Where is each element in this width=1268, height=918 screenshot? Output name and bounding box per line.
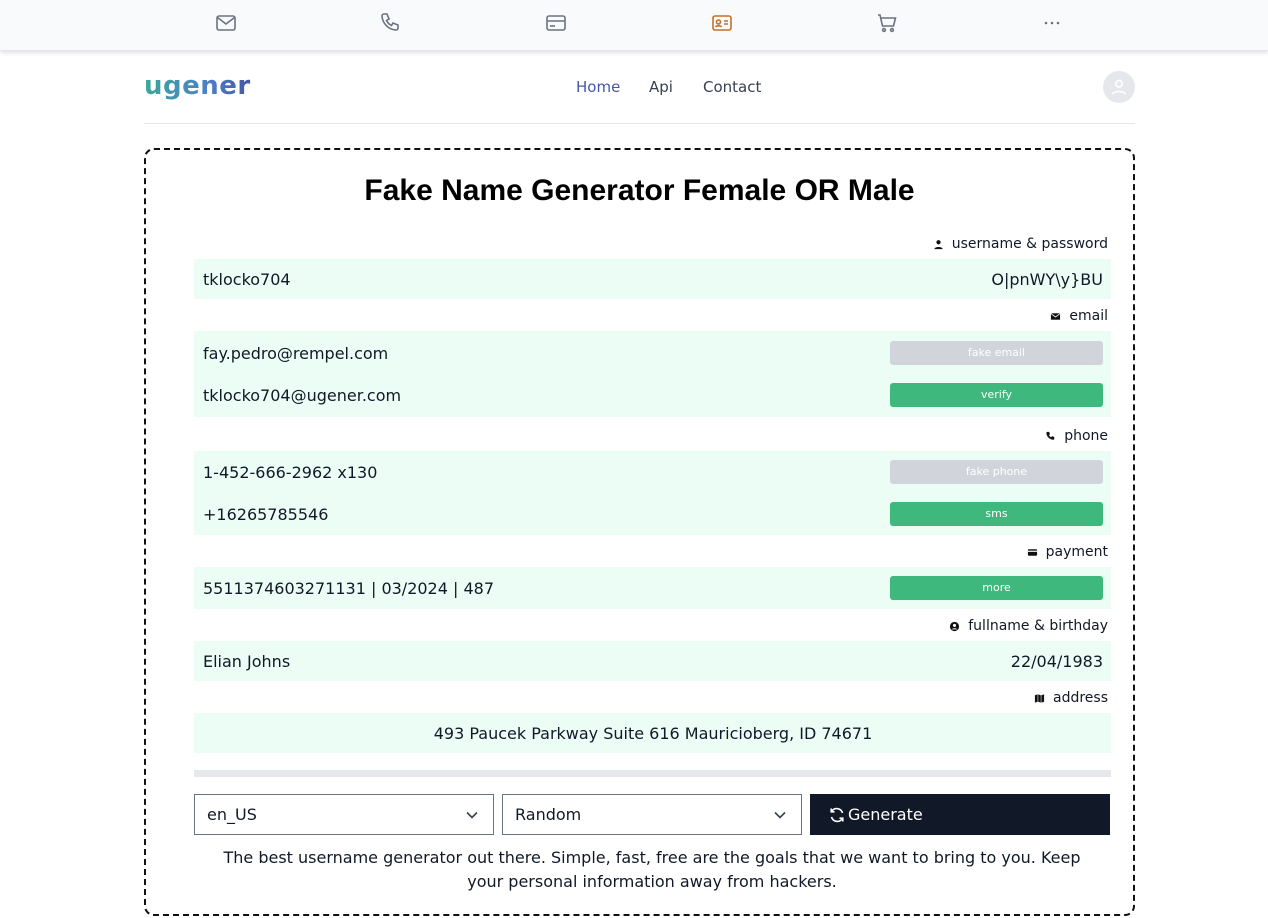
user-icon	[934, 239, 943, 249]
payment-label: payment	[1027, 544, 1108, 560]
tagline: The best username generator out there. S…	[223, 848, 1081, 891]
nav-home[interactable]: Home	[576, 78, 620, 96]
gender-value: Random	[515, 805, 582, 824]
avatar[interactable]	[1103, 71, 1135, 103]
envelope-icon	[1051, 312, 1061, 320]
verify-button[interactable]: verify	[890, 383, 1103, 407]
site-header: ugener Home Api Contact	[144, 52, 1135, 124]
generate-label: Generate	[848, 805, 923, 824]
fake-phone-button[interactable]: fake phone	[890, 460, 1103, 484]
identity-label: fullname & birthday	[949, 618, 1108, 634]
locale-select[interactable]: en_US	[194, 794, 494, 835]
address-box: 493 Paucek Parkway Suite 616 Mauriciober…	[194, 713, 1111, 753]
locale-value: en_US	[207, 805, 257, 824]
credit-card-icon	[1027, 548, 1037, 556]
address-value[interactable]: 493 Paucek Parkway Suite 616 Mauriciober…	[434, 724, 873, 743]
real-email-value[interactable]: tklocko704@ugener.com	[203, 386, 401, 405]
cart-icon[interactable]	[874, 10, 900, 36]
phone-icon	[1046, 431, 1055, 440]
user-circle-icon	[950, 621, 960, 631]
username-value[interactable]: tklocko704	[203, 270, 291, 289]
credentials-label: username & password	[933, 236, 1108, 252]
mail-icon[interactable]	[213, 10, 239, 36]
fake-phone-value[interactable]: 1-452-666-2962 x130	[203, 463, 377, 482]
credentials-box: tklocko704 O|pnWY\y}BU	[194, 259, 1111, 299]
nav-api[interactable]: Api	[649, 78, 673, 96]
nav-contact[interactable]: Contact	[703, 78, 761, 96]
list-item: +16265785546 sms	[203, 494, 1103, 534]
birthday-value[interactable]: 22/04/1983	[1011, 652, 1103, 671]
phone-icon[interactable]	[378, 10, 404, 36]
real-phone-value[interactable]: +16265785546	[203, 505, 328, 524]
more-button[interactable]: more	[890, 576, 1103, 600]
card-value[interactable]: 5511374603271131 | 03/2024 | 487	[203, 579, 494, 598]
address-label: address	[1034, 690, 1108, 706]
chevron-down-icon	[466, 811, 478, 819]
payment-box: 5511374603271131 | 03/2024 | 487 more	[194, 567, 1111, 609]
chevron-down-icon	[774, 811, 786, 819]
credit-card-icon[interactable]	[543, 10, 569, 36]
generator-card: Fake Name Generator Female OR Male usern…	[144, 148, 1135, 916]
phone-label: phone	[1045, 428, 1108, 444]
identity-box: Elian Johns 22/04/1983	[194, 641, 1111, 681]
list-item: 1-452-666-2962 x130 fake phone	[203, 452, 1103, 492]
password-value[interactable]: O|pnWY\y}BU	[991, 270, 1103, 289]
generate-button[interactable]: Generate	[810, 794, 1110, 835]
phone-box: 1-452-666-2962 x130 fake phone +16265785…	[194, 451, 1111, 535]
page-title: Fake Name Generator Female OR Male	[364, 174, 915, 207]
gender-select[interactable]: Random	[502, 794, 802, 835]
id-card-icon[interactable]	[709, 10, 735, 36]
fullname-value[interactable]: Elian Johns	[203, 652, 290, 671]
sms-button[interactable]: sms	[890, 502, 1103, 526]
user-icon	[1111, 79, 1127, 95]
refresh-icon	[830, 807, 844, 822]
top-icon-bar	[0, 0, 1268, 51]
map-icon	[1034, 693, 1045, 703]
email-box: fay.pedro@rempel.com fake email tklocko7…	[194, 331, 1111, 417]
logo[interactable]: ugener	[144, 71, 251, 101]
email-label: email	[1050, 308, 1108, 324]
list-item: fay.pedro@rempel.com fake email	[203, 333, 1103, 373]
list-item: tklocko704@ugener.com verify	[203, 375, 1103, 415]
divider	[194, 770, 1111, 777]
more-icon[interactable]	[1039, 10, 1065, 36]
fake-email-button[interactable]: fake email	[890, 341, 1103, 365]
fake-email-value[interactable]: fay.pedro@rempel.com	[203, 344, 388, 363]
